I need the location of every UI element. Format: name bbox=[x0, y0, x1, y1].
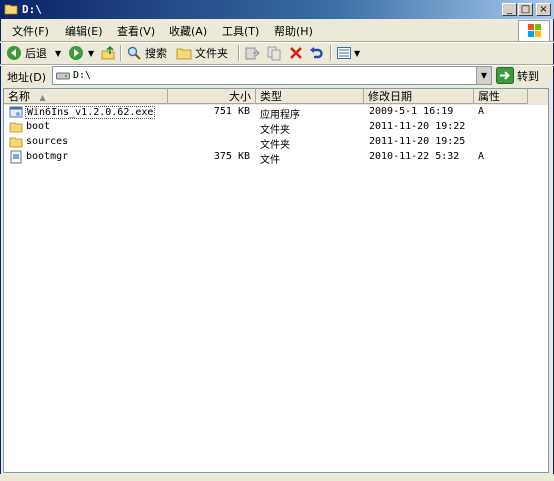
address-input[interactable]: D:\ ▼ bbox=[52, 66, 492, 85]
address-label: 地址(D) bbox=[7, 71, 47, 84]
delete-button[interactable] bbox=[288, 44, 304, 62]
file-size: 751 KB bbox=[213, 106, 250, 117]
menu-tools[interactable]: 工具(T) bbox=[222, 23, 259, 39]
list-header: 名称 ▲ 大小 类型 修改日期 属性 bbox=[4, 89, 548, 105]
back-arrow-icon bbox=[7, 46, 21, 60]
views-button[interactable]: ▼ bbox=[336, 44, 360, 62]
address-dropdown-icon[interactable]: ▼ bbox=[476, 67, 491, 84]
column-header-type[interactable]: 类型 bbox=[256, 89, 364, 104]
folders-label: 文件夹 bbox=[195, 47, 228, 60]
file-icon bbox=[10, 150, 22, 164]
exe-icon bbox=[9, 106, 23, 118]
search-icon bbox=[127, 46, 141, 60]
file-type: 应用程序 bbox=[260, 110, 300, 121]
status-bar bbox=[0, 474, 554, 481]
file-modified: 2011-11-20 19:25 bbox=[369, 136, 466, 147]
up-folder-icon bbox=[101, 45, 115, 60]
column-header-modified[interactable]: 修改日期 bbox=[364, 89, 474, 104]
folder-icon bbox=[9, 137, 23, 148]
file-attributes: A bbox=[478, 151, 485, 162]
file-modified: 2011-11-20 19:22 bbox=[369, 121, 466, 132]
file-attributes: A bbox=[478, 106, 485, 117]
forward-button[interactable]: ▼ bbox=[68, 44, 94, 62]
explorer-window: D:\ _ □ × 文件(F) 编辑(E) 查看(V) 收藏(A) 工具(T) … bbox=[0, 0, 554, 481]
drive-icon bbox=[56, 72, 70, 80]
file-type: 文件 bbox=[260, 155, 280, 166]
file-row[interactable]: sources 文件夹 2011-11-20 19:25 bbox=[4, 135, 548, 151]
move-to-button[interactable] bbox=[244, 44, 260, 62]
file-name[interactable]: Win6Ins_v1.2.0.62.exe bbox=[25, 106, 156, 119]
toolbar-separator bbox=[238, 45, 240, 61]
back-dropdown-icon[interactable]: ▼ bbox=[55, 49, 61, 58]
toolbar-separator bbox=[330, 45, 332, 61]
search-label: 搜索 bbox=[145, 47, 167, 60]
windows-logo-icon bbox=[518, 20, 550, 42]
toolbar: 后退 ▼ ▼ 搜索 文件夹 ▼ bbox=[2, 42, 552, 64]
views-dropdown-icon[interactable]: ▼ bbox=[354, 49, 360, 58]
folder-icon bbox=[9, 122, 23, 133]
menu-edit[interactable]: 编辑(E) bbox=[65, 23, 103, 39]
toolbar-separator bbox=[120, 45, 122, 61]
forward-dropdown-icon[interactable]: ▼ bbox=[88, 49, 94, 58]
file-name[interactable]: bootmgr bbox=[26, 151, 68, 162]
window-title: D:\ bbox=[22, 3, 42, 16]
copy-to-icon bbox=[267, 46, 281, 61]
address-bar: 地址(D) D:\ ▼ 转到 bbox=[2, 65, 552, 87]
file-size: 375 KB bbox=[213, 151, 250, 162]
menu-help[interactable]: 帮助(H) bbox=[274, 23, 313, 39]
back-button[interactable]: 后退 ▼ bbox=[6, 44, 61, 62]
undo-icon bbox=[310, 47, 323, 59]
file-name[interactable]: boot bbox=[26, 121, 50, 132]
file-type: 文件夹 bbox=[260, 125, 290, 136]
file-type: 文件夹 bbox=[260, 140, 290, 151]
folders-button[interactable]: 文件夹 bbox=[176, 44, 228, 62]
file-modified: 2010-11-22 5:32 bbox=[369, 151, 460, 162]
up-folder-button[interactable] bbox=[100, 44, 116, 62]
address-value: D:\ bbox=[73, 70, 92, 81]
file-row[interactable]: boot 文件夹 2011-11-20 19:22 bbox=[4, 120, 548, 136]
go-arrow-icon bbox=[496, 67, 514, 84]
back-label: 后退 bbox=[25, 47, 47, 60]
title-bar[interactable]: D:\ _ □ × bbox=[0, 0, 554, 19]
go-button[interactable]: 转到 bbox=[496, 66, 548, 85]
column-header-size[interactable]: 大小 bbox=[168, 89, 256, 104]
go-label: 转到 bbox=[517, 69, 539, 83]
menu-view[interactable]: 查看(V) bbox=[117, 23, 155, 39]
menu-favorites[interactable]: 收藏(A) bbox=[169, 23, 207, 39]
file-name[interactable]: sources bbox=[26, 136, 68, 147]
folders-icon bbox=[176, 48, 192, 60]
file-list[interactable]: 名称 ▲ 大小 类型 修改日期 属性 Win6Ins_v1.2.0.62.exe… bbox=[3, 88, 549, 473]
folder-icon bbox=[4, 4, 18, 15]
move-to-icon bbox=[245, 47, 260, 60]
close-button[interactable]: × bbox=[536, 3, 551, 16]
views-icon bbox=[337, 47, 351, 59]
file-row[interactable]: bootmgr 375 KB 文件 2010-11-22 5:32 A bbox=[4, 150, 548, 166]
file-row[interactable]: Win6Ins_v1.2.0.62.exe 751 KB 应用程序 2009-5… bbox=[4, 105, 548, 121]
undo-button[interactable] bbox=[308, 44, 324, 62]
sort-ascending-icon: ▲ bbox=[39, 93, 46, 102]
menu-bar: 文件(F) 编辑(E) 查看(V) 收藏(A) 工具(T) 帮助(H) bbox=[2, 20, 512, 40]
column-header-name[interactable]: 名称 ▲ bbox=[4, 89, 168, 104]
delete-icon bbox=[290, 47, 302, 59]
column-header-attributes[interactable]: 属性 bbox=[474, 89, 528, 104]
menu-file[interactable]: 文件(F) bbox=[12, 23, 49, 39]
copy-to-button[interactable] bbox=[266, 44, 282, 62]
maximize-button[interactable]: □ bbox=[518, 3, 533, 16]
forward-arrow-icon bbox=[69, 46, 83, 60]
search-button[interactable]: 搜索 bbox=[126, 44, 167, 62]
file-modified: 2009-5-1 16:19 bbox=[369, 106, 454, 117]
column-header-name-label: 名称 bbox=[8, 90, 30, 103]
minimize-button[interactable]: _ bbox=[502, 3, 517, 16]
